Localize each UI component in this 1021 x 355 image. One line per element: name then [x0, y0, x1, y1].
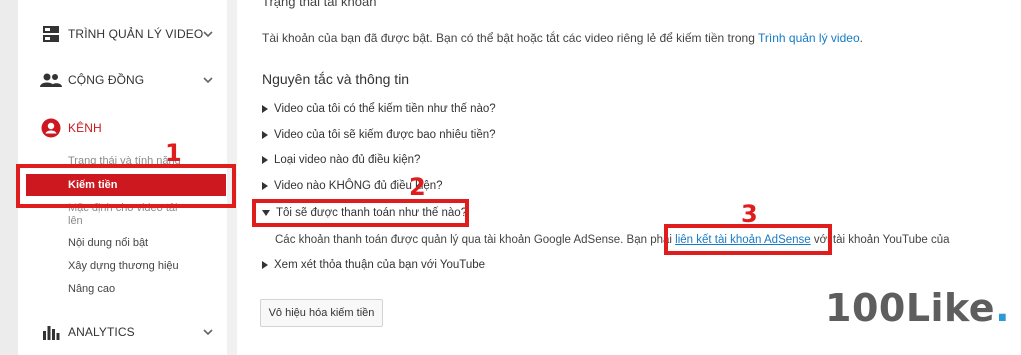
- account-status-text: Tài khoản của bạn đã được bật. Bạn có th…: [262, 31, 863, 45]
- sidebar-item-featured-content[interactable]: Nội dung nổi bật: [68, 237, 148, 249]
- annotation-number-2: 2: [409, 173, 426, 201]
- faq-item[interactable]: Video của tôi có thể kiếm tiền như thế n…: [262, 103, 496, 115]
- video-manager-icon: [40, 23, 62, 45]
- payment-answer-text: Các khoản thanh toán được quản lý qua tà…: [275, 234, 950, 246]
- account-status-title: Trạng thái tài khoản: [262, 0, 377, 9]
- sidebar-section-analytics[interactable]: ANALYTICS: [18, 320, 227, 344]
- expand-arrow-icon: [262, 182, 268, 190]
- annotation-box-1: [16, 164, 236, 208]
- expand-arrow-icon: [262, 105, 268, 113]
- faq-item[interactable]: Video của tôi sẽ kiếm được bao nhiêu tiề…: [262, 129, 496, 141]
- sidebar-section-label: CỘNG ĐỒNG: [68, 73, 145, 87]
- faq-item[interactable]: Loại video nào đủ điều kiện?: [262, 154, 420, 166]
- sidebar-section-label: ANALYTICS: [68, 325, 135, 339]
- chevron-down-icon[interactable]: [202, 74, 214, 86]
- watermark-logo: 100Like.: [825, 286, 1011, 330]
- main-content: Trạng thái tài khoản Tài khoản của bạn đ…: [237, 0, 1021, 355]
- channel-icon: [40, 117, 62, 139]
- annotation-box-2: [252, 199, 469, 227]
- annotation-number-1: 1: [165, 139, 182, 167]
- sidebar-section-label: TRÌNH QUẢN LÝ VIDEO: [68, 27, 204, 41]
- disable-monetization-button[interactable]: Vô hiệu hóa kiếm tiền: [260, 299, 383, 327]
- community-icon: [40, 69, 62, 91]
- expand-arrow-icon: [262, 131, 268, 139]
- guidelines-title: Nguyên tắc và thông tin: [262, 71, 410, 87]
- analytics-icon: [40, 321, 62, 343]
- expand-arrow-icon: [262, 261, 268, 269]
- sidebar-section-channel[interactable]: KÊNH: [18, 116, 227, 140]
- sidebar-section-video-manager[interactable]: TRÌNH QUẢN LÝ VIDEO: [18, 22, 227, 46]
- video-manager-link[interactable]: Trình quản lý video: [758, 31, 860, 45]
- sidebar-section-label: KÊNH: [68, 121, 102, 135]
- faq-item[interactable]: Xem xét thỏa thuận của bạn với YouTube: [262, 259, 485, 271]
- chevron-down-icon[interactable]: [202, 28, 214, 40]
- annotation-box-3: [664, 224, 832, 255]
- sidebar-item-upload-defaults-cont[interactable]: lên: [68, 215, 83, 227]
- annotation-number-3: 3: [741, 200, 758, 228]
- sidebar-item-advanced[interactable]: Nâng cao: [68, 283, 115, 295]
- sidebar-section-community[interactable]: CỘNG ĐỒNG: [18, 68, 227, 92]
- expand-arrow-icon: [262, 156, 268, 164]
- chevron-down-icon[interactable]: [202, 326, 214, 338]
- sidebar-item-branding[interactable]: Xây dựng thương hiệu: [68, 260, 179, 272]
